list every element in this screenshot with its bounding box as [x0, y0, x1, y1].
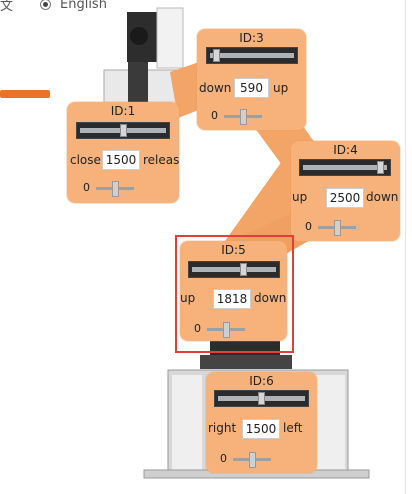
selection-highlight	[175, 235, 294, 353]
right-direction-label: left	[283, 421, 303, 435]
slider-min-label: 0	[83, 181, 90, 194]
fine-slider[interactable]: 0	[220, 452, 280, 468]
fine-slider-thumb[interactable]	[239, 109, 247, 125]
slider-thumb[interactable]	[258, 392, 265, 405]
slider-thumb[interactable]	[377, 161, 385, 174]
base-collar	[200, 355, 292, 369]
fine-slider-thumb[interactable]	[111, 181, 119, 197]
joint-value[interactable]: 1500	[102, 150, 140, 170]
slider-thumb[interactable]	[119, 124, 127, 137]
left-direction-label: close	[70, 153, 101, 167]
fine-slider-thumb[interactable]	[248, 452, 256, 468]
slider-min-label: 0	[305, 220, 312, 233]
right-direction-label: releas	[143, 153, 180, 167]
joint-id: ID:6	[249, 374, 274, 388]
left-direction-label: up	[292, 190, 308, 204]
gripper-handle	[0, 90, 50, 98]
joint-id: ID:3	[239, 31, 264, 45]
joint-slider[interactable]	[299, 159, 391, 176]
joint-id: ID:4	[333, 143, 358, 157]
joint-value[interactable]: 2500	[326, 188, 364, 208]
right-direction-label: up	[273, 81, 289, 95]
joint-panel-6: ID:6 right 1500 left 0	[206, 372, 317, 473]
right-direction-label: down	[366, 190, 399, 204]
joint-slider[interactable]	[206, 47, 298, 64]
camera-bracket	[156, 7, 184, 69]
joint-panel-4: ID:4 up 2500 down 0	[291, 141, 400, 241]
joint-panel-1: ID:1 close 1500 releas 0	[67, 102, 179, 203]
slider-min-label: 0	[211, 109, 218, 122]
left-direction-label: down	[199, 81, 232, 95]
fine-slider[interactable]: 0	[83, 181, 143, 197]
camera-lens	[130, 27, 148, 45]
base-side-left	[172, 375, 202, 471]
fine-slider-thumb[interactable]	[333, 220, 341, 236]
base-side-right	[315, 375, 345, 471]
joint-id: ID:1	[110, 104, 136, 118]
fine-slider[interactable]: 0	[305, 220, 365, 236]
left-direction-label: right	[208, 421, 237, 435]
joint-slider[interactable]	[76, 122, 170, 139]
fine-slider[interactable]: 0	[211, 109, 271, 125]
slider-min-label: 0	[220, 452, 227, 465]
slider-thumb[interactable]	[212, 49, 220, 62]
joint-value[interactable]: 1500	[242, 419, 280, 439]
joint-value[interactable]: 590	[234, 78, 269, 98]
joint-panel-3: ID:3 down 590 up 0	[197, 29, 306, 130]
joint-slider[interactable]	[214, 390, 309, 407]
